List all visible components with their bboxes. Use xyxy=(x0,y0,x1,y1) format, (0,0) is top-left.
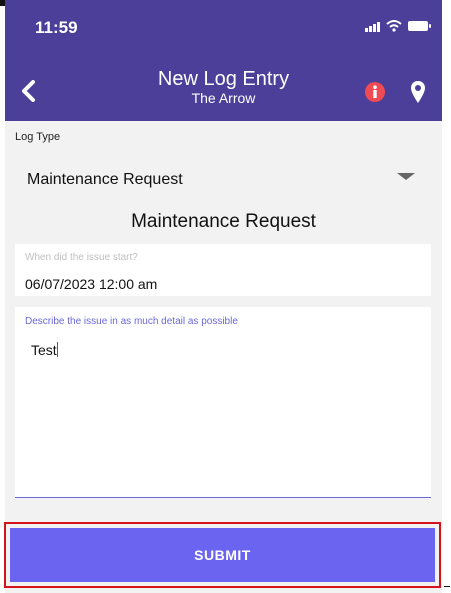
status-time: 11:59 xyxy=(35,18,78,37)
wifi-icon xyxy=(386,20,402,32)
status-icons xyxy=(365,20,431,32)
info-button[interactable] xyxy=(365,82,385,102)
log-type-dropdown[interactable]: Maintenance Request xyxy=(15,161,425,193)
log-type-label: Log Type xyxy=(15,131,61,143)
description-text: Test xyxy=(31,342,57,358)
form-content: Log Type Maintenance Request Maintenance… xyxy=(5,121,442,520)
location-pin-icon[interactable] xyxy=(410,80,426,104)
log-type-value: Maintenance Request xyxy=(27,171,183,188)
issue-start-value: 06/07/2023 12:00 am xyxy=(25,276,158,292)
submit-button[interactable]: SUBMIT xyxy=(10,528,435,582)
signal-icon xyxy=(365,20,380,32)
battery-icon xyxy=(408,21,431,31)
issue-start-field[interactable]: When did the issue start? 06/07/2023 12:… xyxy=(15,244,431,296)
dropdown-caret-icon xyxy=(397,173,415,180)
phone-screen: 11:59 New Log Entry The Arrow Log Type M… xyxy=(5,0,442,593)
description-value: Test xyxy=(31,342,58,358)
issue-start-label: When did the issue start? xyxy=(25,252,138,263)
submit-highlight-box: SUBMIT xyxy=(4,522,441,588)
info-icon xyxy=(373,85,377,98)
app-header: 11:59 New Log Entry The Arrow xyxy=(5,0,442,121)
description-field[interactable]: Describe the issue in as much detail as … xyxy=(15,307,431,498)
text-cursor xyxy=(56,342,58,357)
description-label: Describe the issue in as much detail as … xyxy=(25,316,238,327)
edge-mark xyxy=(444,586,450,587)
section-title: Maintenance Request xyxy=(131,211,316,232)
